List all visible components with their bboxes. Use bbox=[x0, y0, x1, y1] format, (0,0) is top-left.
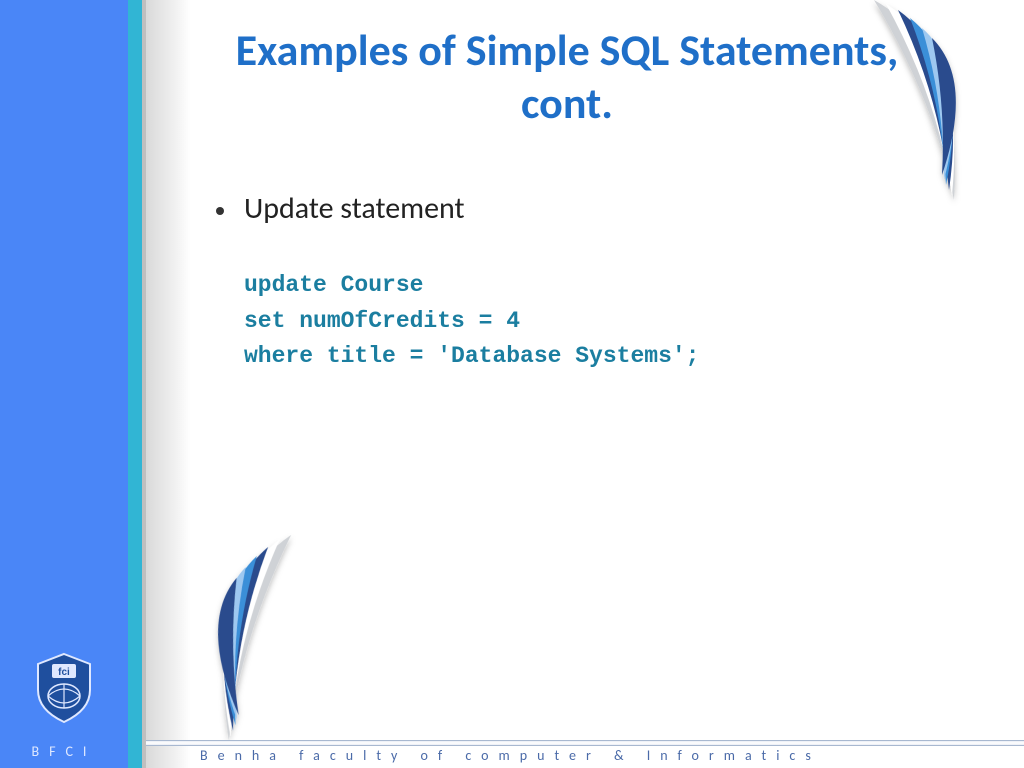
code-block: update Course set numOfCredits = 4 where… bbox=[244, 268, 699, 375]
decorative-swoosh-icon bbox=[151, 520, 369, 757]
footer-divider bbox=[146, 740, 1024, 746]
decorative-swoosh-icon bbox=[814, 0, 1014, 210]
bullet-item: Update statement bbox=[216, 190, 465, 227]
svg-text:fci: fci bbox=[58, 667, 70, 678]
bullet-dot-icon bbox=[216, 207, 224, 215]
bullet-text: Update statement bbox=[244, 190, 465, 227]
sidebar-label: BFCI bbox=[0, 743, 128, 760]
left-accent-stripe bbox=[128, 0, 142, 768]
footer-text: Benha faculty of computer & Informatics bbox=[200, 747, 984, 764]
bfci-logo-icon: fci bbox=[34, 652, 94, 724]
